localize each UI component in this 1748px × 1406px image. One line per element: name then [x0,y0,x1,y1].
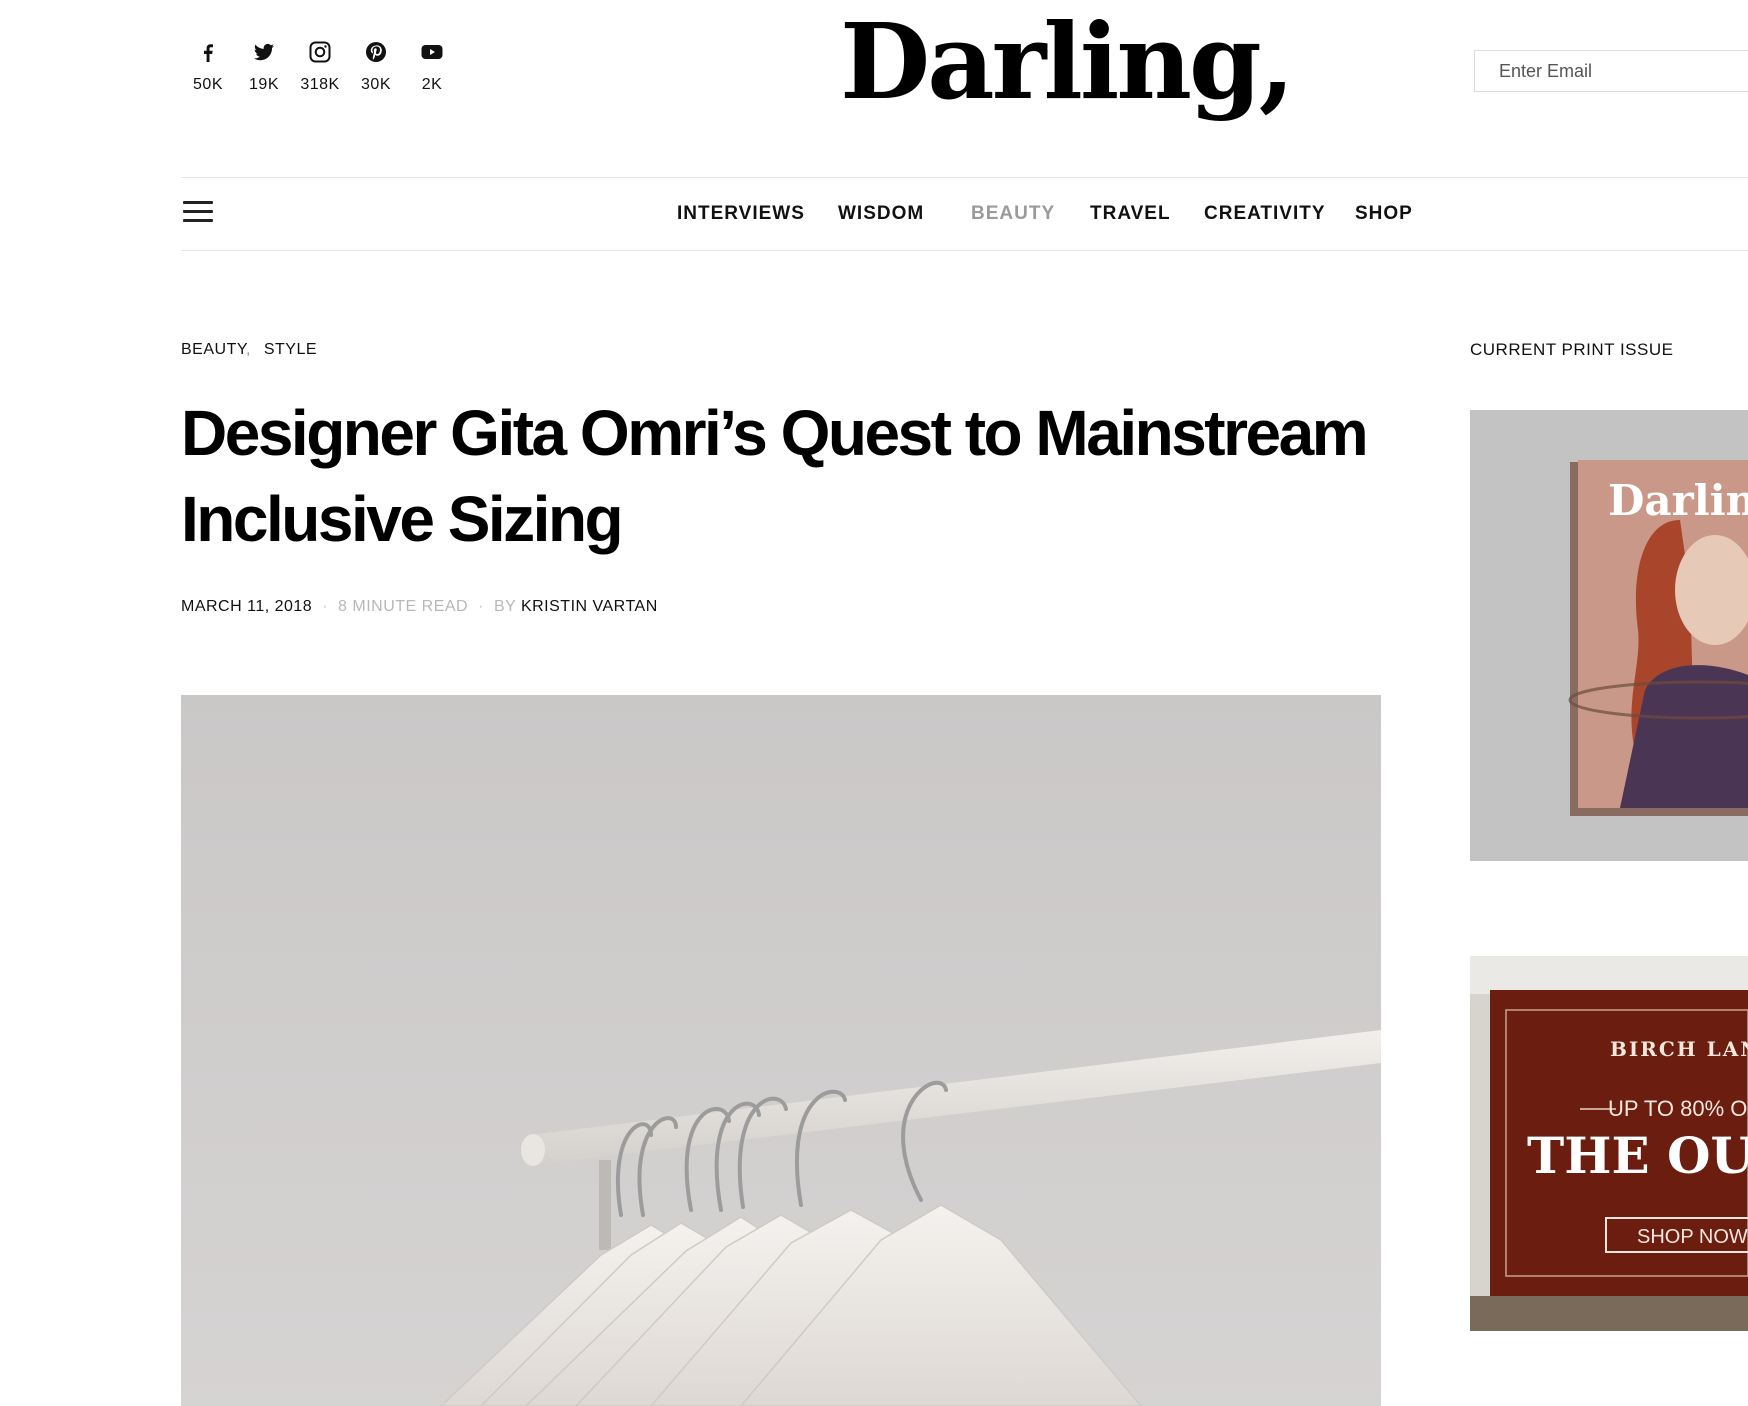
menu-hamburger-icon[interactable] [183,201,213,225]
article-categories: BEAUTY, STYLE [181,341,317,359]
instagram-link[interactable]: 318K [292,40,348,94]
nav-wisdom[interactable]: WISDOM [838,203,924,225]
ad-offer: UP TO 80% O [1608,1096,1747,1121]
twitter-count: 19K [249,76,279,93]
pinterest-count: 30K [361,76,391,93]
category-separator: , [245,341,251,358]
sidebar-print-issue-title: CURRENT PRINT ISSUE [1470,340,1674,359]
twitter-link[interactable]: 19K [236,40,292,94]
facebook-link[interactable]: 50K [180,40,236,94]
facebook-icon [204,44,213,62]
newsletter-email-input[interactable] [1474,50,1748,92]
nav-creativity[interactable]: CREATIVITY [1204,203,1326,225]
pinterest-link[interactable]: 30K [348,40,404,94]
nav-travel[interactable]: TRAVEL [1090,203,1171,225]
nav-shop[interactable]: SHOP [1355,203,1413,225]
instagram-count: 318K [300,76,340,93]
twitter-icon [254,43,274,61]
article-author[interactable]: KRISTIN VARTAN [521,598,658,615]
category-style[interactable]: STYLE [264,341,317,358]
instagram-icon [309,41,331,63]
social-links: 50K 19K 318K 30K 2K [180,40,460,94]
facebook-count: 50K [193,76,223,93]
article-date: MARCH 11, 2018 [181,598,313,615]
ad-cta[interactable]: SHOP NOW [1637,1226,1748,1248]
birch-lane-ad[interactable]: BIRCH LAN UP TO 80% O THE OUT SHOP NOW [1470,956,1748,1331]
header-divider-top [181,177,1748,178]
article-by-label: BY [493,598,516,615]
hero-image [181,695,1381,1406]
article-title: Designer Gita Omri’s Quest to Mainstream… [181,397,1369,555]
nav-beauty[interactable]: BEAUTY [971,203,1055,225]
print-issue-image[interactable]: Darling [1470,410,1748,861]
header-divider-bottom [181,250,1748,251]
magazine-cover-title: Darling [1608,476,1748,525]
article-meta: MARCH 11, 2018 · 8 MINUTE READ · BY KRISTIN … [181,598,658,615]
nav-interviews[interactable]: INTERVIEWS [677,203,805,225]
youtube-icon [421,45,443,59]
youtube-link[interactable]: 2K [404,40,460,94]
site-logo[interactable]: Darling, [840,10,1295,114]
article-read-time: 8 MINUTE READ [338,598,469,615]
ad-brand: BIRCH LAN [1610,1037,1748,1061]
ad-headline: THE OUT [1527,1126,1748,1185]
youtube-count: 2K [421,76,443,93]
category-beauty[interactable]: BEAUTY [181,341,246,358]
pinterest-icon [366,42,386,62]
